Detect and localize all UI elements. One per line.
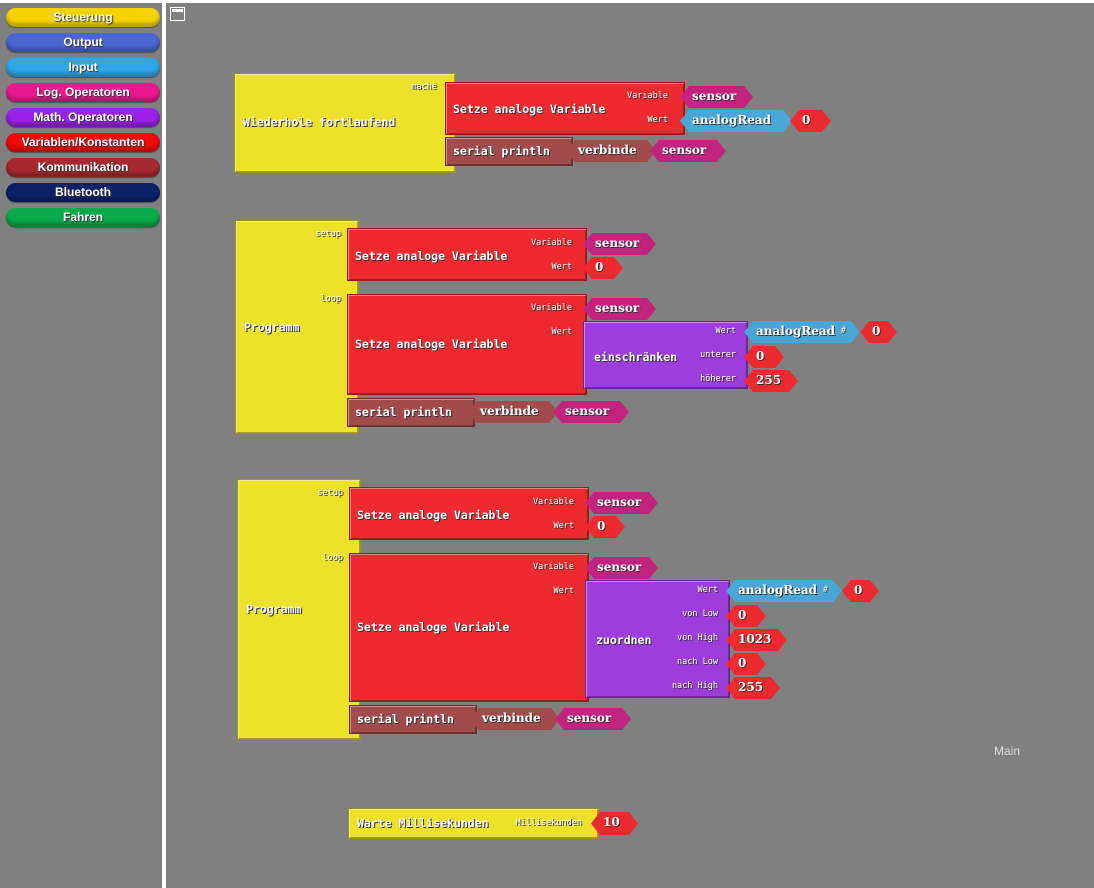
number-value[interactable]: 0	[744, 346, 784, 368]
block-label: setup	[315, 229, 341, 239]
block-label: Setze analoge Variable	[355, 336, 508, 351]
block-label: Variable	[531, 303, 572, 313]
block-label: mache	[411, 82, 437, 92]
concat-block[interactable]: verbinde	[468, 401, 558, 423]
category-sidebar: Steuerung Output Input Log. Operatoren Math.…	[0, 3, 162, 888]
block-label: Setze analoge Variable	[355, 249, 508, 263]
block-label: Millisekunden	[515, 818, 582, 828]
block-label: serial println	[357, 712, 454, 726]
variable-sensor[interactable]: sensor	[555, 708, 631, 730]
category-output[interactable]: Output	[6, 33, 160, 52]
block-label: unterer	[700, 350, 736, 360]
block-label: Setze analoge Variable	[357, 619, 510, 634]
variable-sensor[interactable]: sensor	[680, 86, 753, 108]
category-kommunikation[interactable]: Kommunikation	[6, 158, 160, 177]
category-math-operatoren[interactable]: Math. Operatoren	[6, 108, 160, 127]
block-label: Programm	[246, 602, 302, 616]
block-label: höherer	[700, 374, 736, 384]
number-value[interactable]: 0	[583, 257, 623, 279]
block-label: Wiederhole fortlaufend	[243, 115, 396, 129]
block-label: nach Low	[677, 657, 718, 667]
number-value[interactable]: 255	[726, 677, 780, 699]
variable-sensor[interactable]: sensor	[650, 140, 726, 162]
block-label: Wert	[551, 327, 572, 337]
category-bluetooth[interactable]: Bluetooth	[6, 183, 160, 202]
block-label: von Low	[682, 609, 718, 619]
number-value[interactable]: 0	[860, 321, 897, 343]
number-value[interactable]: 10	[591, 812, 638, 835]
category-log-operatoren[interactable]: Log. Operatoren	[6, 83, 160, 102]
category-variablen-konstanten[interactable]: Variablen/Konstanten	[6, 133, 160, 152]
block-label: Variable	[531, 238, 572, 248]
block-label: #	[840, 326, 846, 336]
block-label: Warte Millisekunden	[357, 816, 489, 830]
variable-sensor[interactable]: sensor	[553, 401, 629, 423]
block-label: Variable	[533, 497, 574, 507]
block-label: serial println	[453, 144, 550, 158]
block-label: setup	[317, 488, 343, 498]
analogread-block[interactable]: analogRead	[680, 110, 792, 132]
number-value[interactable]: 255	[744, 370, 798, 392]
number-value[interactable]: 0	[790, 110, 831, 132]
block-label: Programm	[244, 320, 300, 334]
variable-sensor[interactable]: sensor	[585, 557, 658, 579]
block-label: zuordnen	[596, 633, 652, 647]
block-label: loop	[320, 294, 341, 304]
number-value[interactable]: 0	[726, 653, 766, 675]
block-label: loop	[322, 553, 343, 563]
block-label: Wert	[553, 586, 574, 596]
number-value[interactable]: 0	[585, 516, 625, 538]
variable-sensor[interactable]: sensor	[583, 298, 656, 320]
workspace-label: Main	[994, 744, 1021, 758]
number-value[interactable]: 1023	[726, 629, 787, 651]
concat-block[interactable]: verbinde	[566, 140, 656, 162]
variable-sensor[interactable]: sensor	[583, 233, 656, 255]
variable-sensor[interactable]: sensor	[585, 492, 658, 514]
block-label: serial println	[355, 405, 452, 419]
block-label: Wert	[697, 585, 718, 595]
block-label: einschränken	[594, 350, 678, 364]
block-label: Setze analoge Variable	[453, 102, 606, 116]
block-label: Variable	[533, 562, 574, 572]
block-label: nach High	[671, 681, 718, 691]
concat-block[interactable]: verbinde	[470, 708, 560, 730]
block-label: Wert	[647, 115, 668, 125]
number-value[interactable]: 0	[842, 580, 879, 602]
block-label: von High	[677, 633, 718, 643]
block-label: Variable	[627, 91, 668, 101]
minimize-icon[interactable]	[170, 7, 185, 21]
block-label: Setze analoge Variable	[357, 508, 510, 522]
category-fahren[interactable]: Fahren	[6, 208, 160, 227]
block-label: Wert	[715, 326, 736, 336]
category-steuerung[interactable]: Steuerung	[6, 8, 160, 27]
block-label: Wert	[551, 262, 572, 272]
block-label: #	[822, 585, 828, 595]
category-input[interactable]: Input	[6, 58, 160, 77]
number-value[interactable]: 0	[726, 605, 766, 627]
block-label: Wert	[553, 521, 574, 531]
sidebar-splitter[interactable]	[162, 3, 166, 888]
